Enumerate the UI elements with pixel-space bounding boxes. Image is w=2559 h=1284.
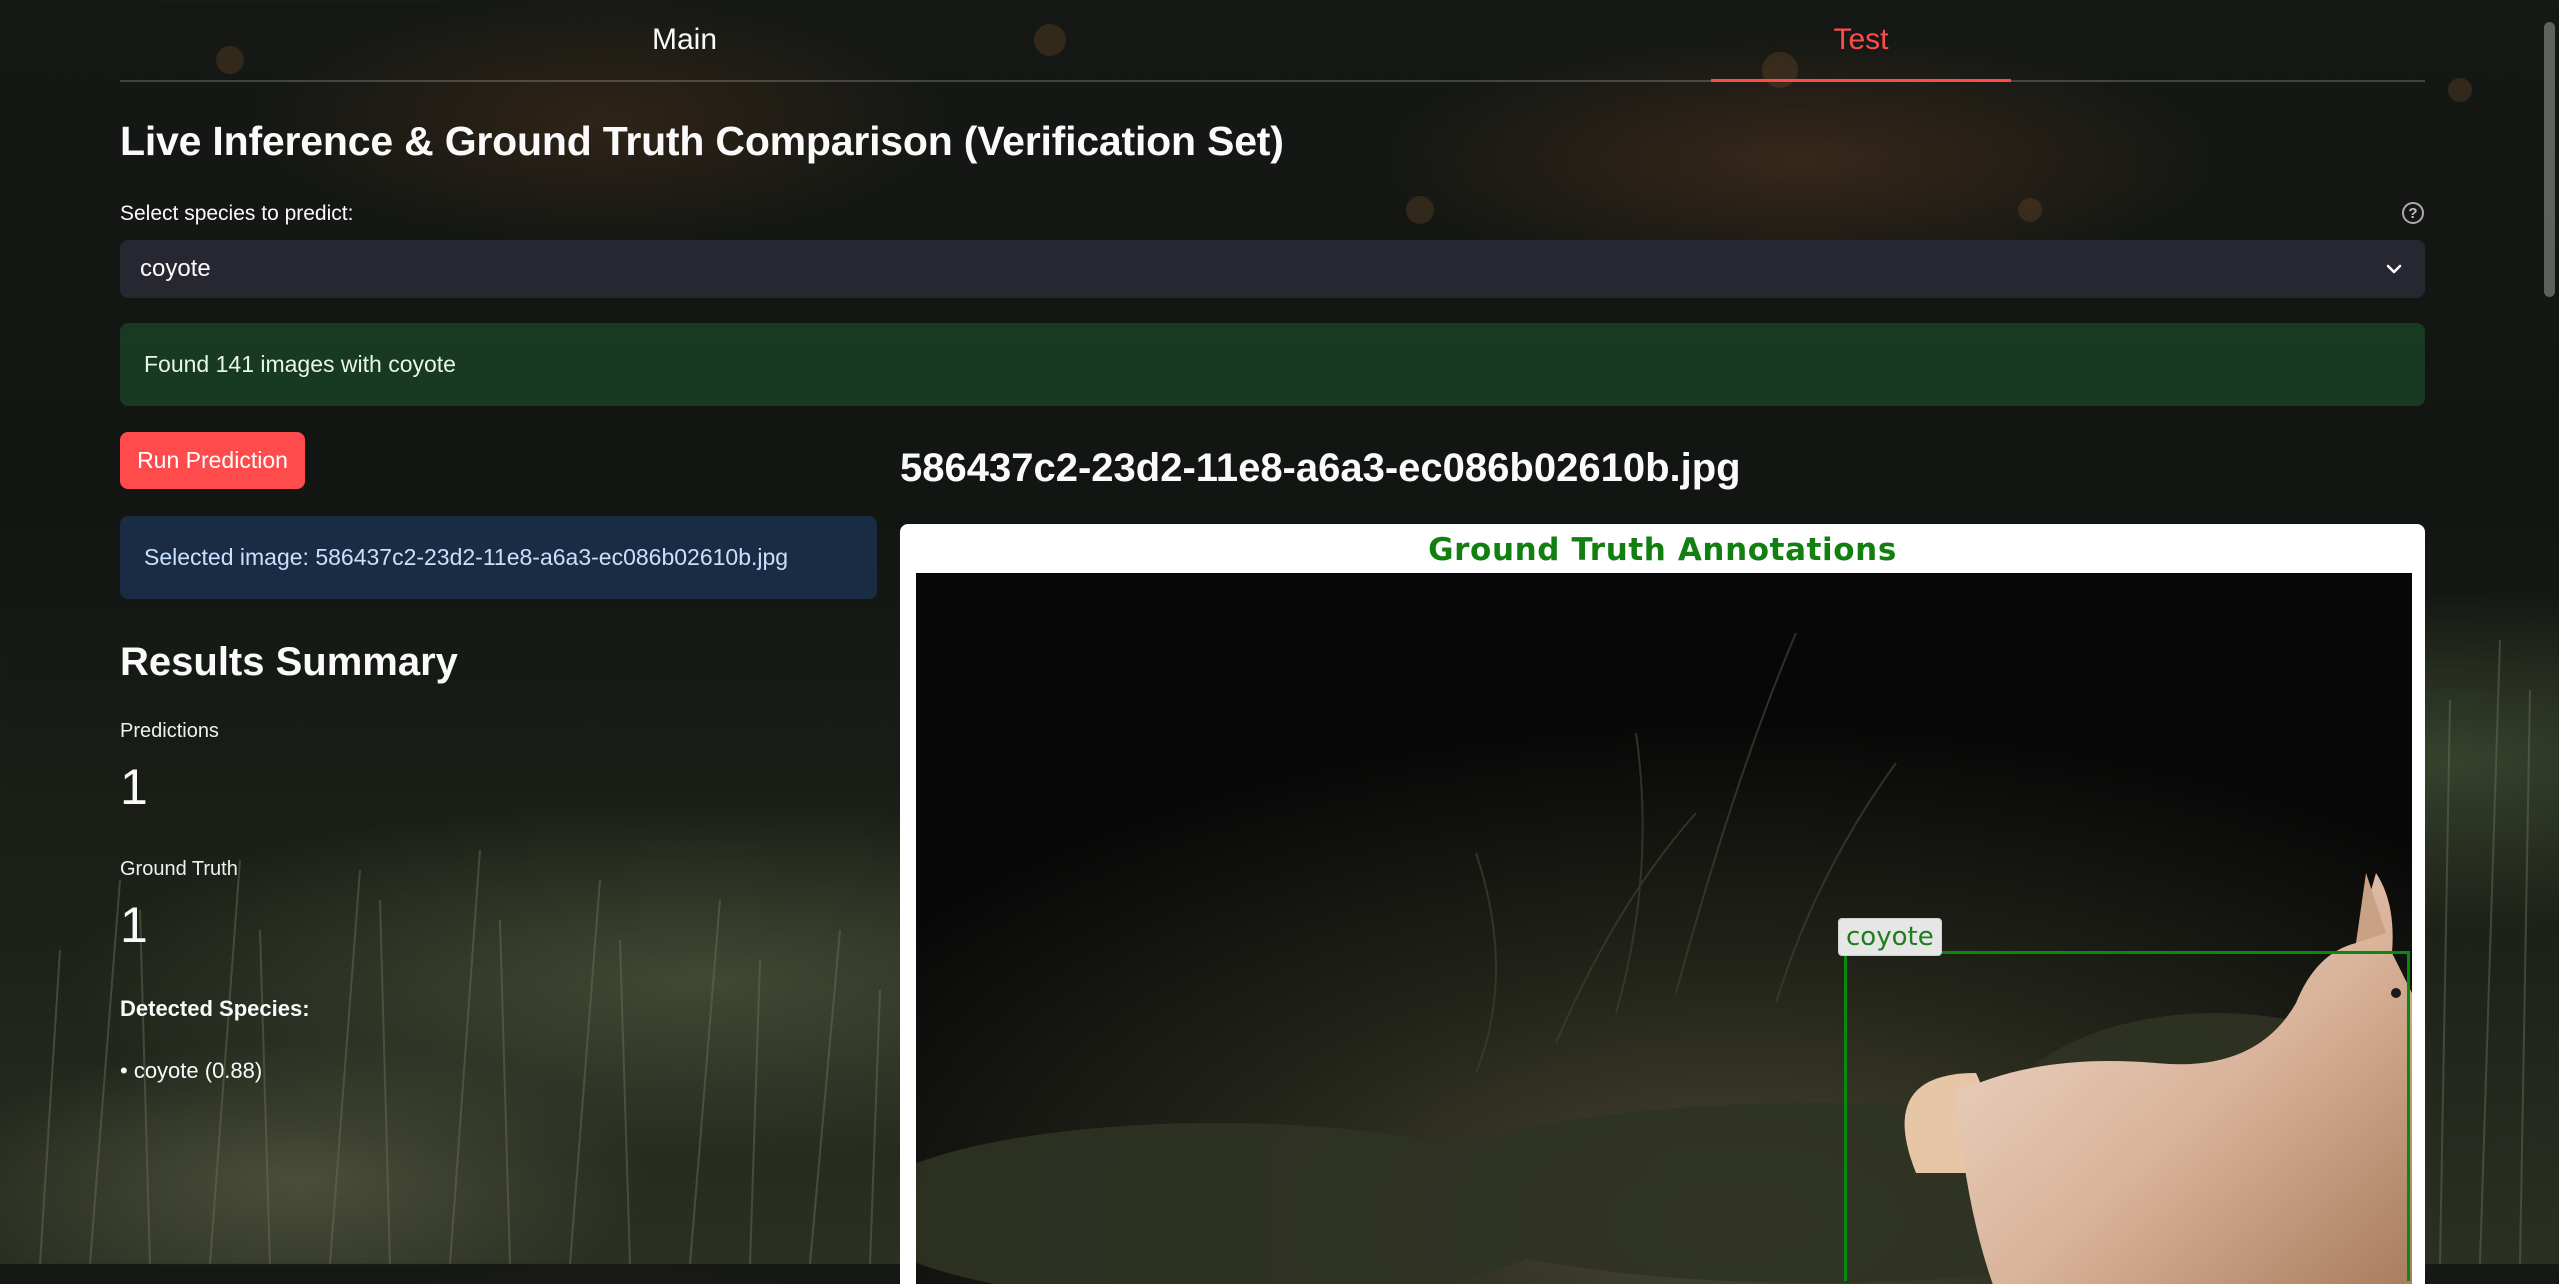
detected-species-item: • coyote (0.88) [120, 1058, 263, 1083]
detected-species-title: Detected Species: [120, 996, 310, 1021]
success-alert: Found 141 images with coyote [120, 323, 2425, 406]
predictions-label: Predictions [120, 720, 219, 742]
species-select-value: coyote [140, 255, 211, 282]
predictions-value: 1 [120, 759, 148, 815]
question-circle-icon[interactable]: ? [2402, 202, 2424, 224]
selected-image-text: Selected image: 586437c2-23d2-11e8-a6a3-… [144, 544, 789, 570]
annotation-bounding-box [1844, 951, 2410, 1281]
image-filename-title: 586437c2-23d2-11e8-a6a3-ec086b02610b.jpg [900, 446, 1741, 490]
results-summary-title: Results Summary [120, 640, 458, 684]
tab-main[interactable]: Main [120, 0, 1249, 80]
bounding-box-label: coyote [1838, 918, 1942, 956]
ground-truth-value: 1 [120, 897, 148, 953]
selected-image-info: Selected image: 586437c2-23d2-11e8-a6a3-… [120, 516, 877, 599]
species-select-label: Select species to predict: [120, 202, 354, 225]
page-scrollbar[interactable] [2544, 22, 2555, 297]
chevron-down-icon [2386, 264, 2402, 274]
run-prediction-button[interactable]: Run Prediction [120, 432, 305, 489]
tab-bar: Main Test [120, 0, 2425, 82]
ground-truth-label: Ground Truth [120, 858, 238, 880]
success-alert-text: Found 141 images with coyote [144, 351, 456, 377]
app-root: Main Test Live Inference & Ground Truth … [0, 0, 2559, 1284]
tab-test[interactable]: Test [1711, 0, 2011, 82]
figure-title: Ground Truth Annotations [1428, 532, 1897, 568]
page-title: Live Inference & Ground Truth Comparison… [120, 118, 1284, 164]
species-select[interactable]: coyote [120, 240, 2425, 298]
